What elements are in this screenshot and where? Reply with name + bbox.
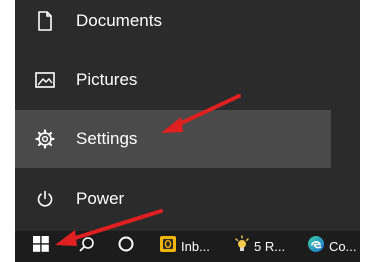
menu-item-documents[interactable]: Documents bbox=[15, 0, 331, 50]
taskbar-app-ideas[interactable]: 5 R... bbox=[234, 231, 296, 262]
menu-item-label: Power bbox=[76, 189, 125, 208]
menu-item-label: Documents bbox=[76, 11, 162, 30]
screenshot-frame: Documents Pictures Settings Power Inb...… bbox=[15, 0, 360, 262]
pictures-icon bbox=[34, 69, 56, 91]
menu-item-settings[interactable]: Settings bbox=[15, 110, 331, 168]
taskbar-app-label: Co... bbox=[329, 239, 357, 254]
menu-item-label: Settings bbox=[76, 129, 138, 148]
windows-logo-icon bbox=[32, 235, 50, 258]
edge-icon bbox=[307, 235, 325, 258]
outlook-icon bbox=[159, 235, 177, 258]
taskbar-app-edge[interactable]: Co... bbox=[307, 231, 360, 262]
lightbulb-icon bbox=[234, 235, 250, 258]
start-button[interactable] bbox=[25, 231, 57, 262]
menu-item-pictures[interactable]: Pictures bbox=[15, 51, 331, 109]
taskbar-app-label: Inb... bbox=[181, 239, 210, 254]
menu-item-label: Pictures bbox=[76, 70, 138, 89]
search-icon bbox=[79, 236, 95, 257]
task-view-button[interactable] bbox=[114, 231, 138, 262]
cortana-circle-icon bbox=[117, 235, 135, 258]
power-icon bbox=[34, 188, 56, 210]
search-button[interactable] bbox=[75, 231, 99, 262]
start-menu: Documents Pictures Settings Power bbox=[15, 0, 331, 231]
gear-icon bbox=[34, 128, 56, 150]
taskbar-app-outlook[interactable]: Inb... bbox=[159, 231, 215, 262]
document-icon bbox=[34, 10, 56, 32]
menu-item-power[interactable]: Power bbox=[15, 170, 331, 228]
taskbar-app-label: 5 R... bbox=[254, 239, 286, 254]
taskbar: Inb... 5 R... Co... bbox=[15, 231, 360, 262]
